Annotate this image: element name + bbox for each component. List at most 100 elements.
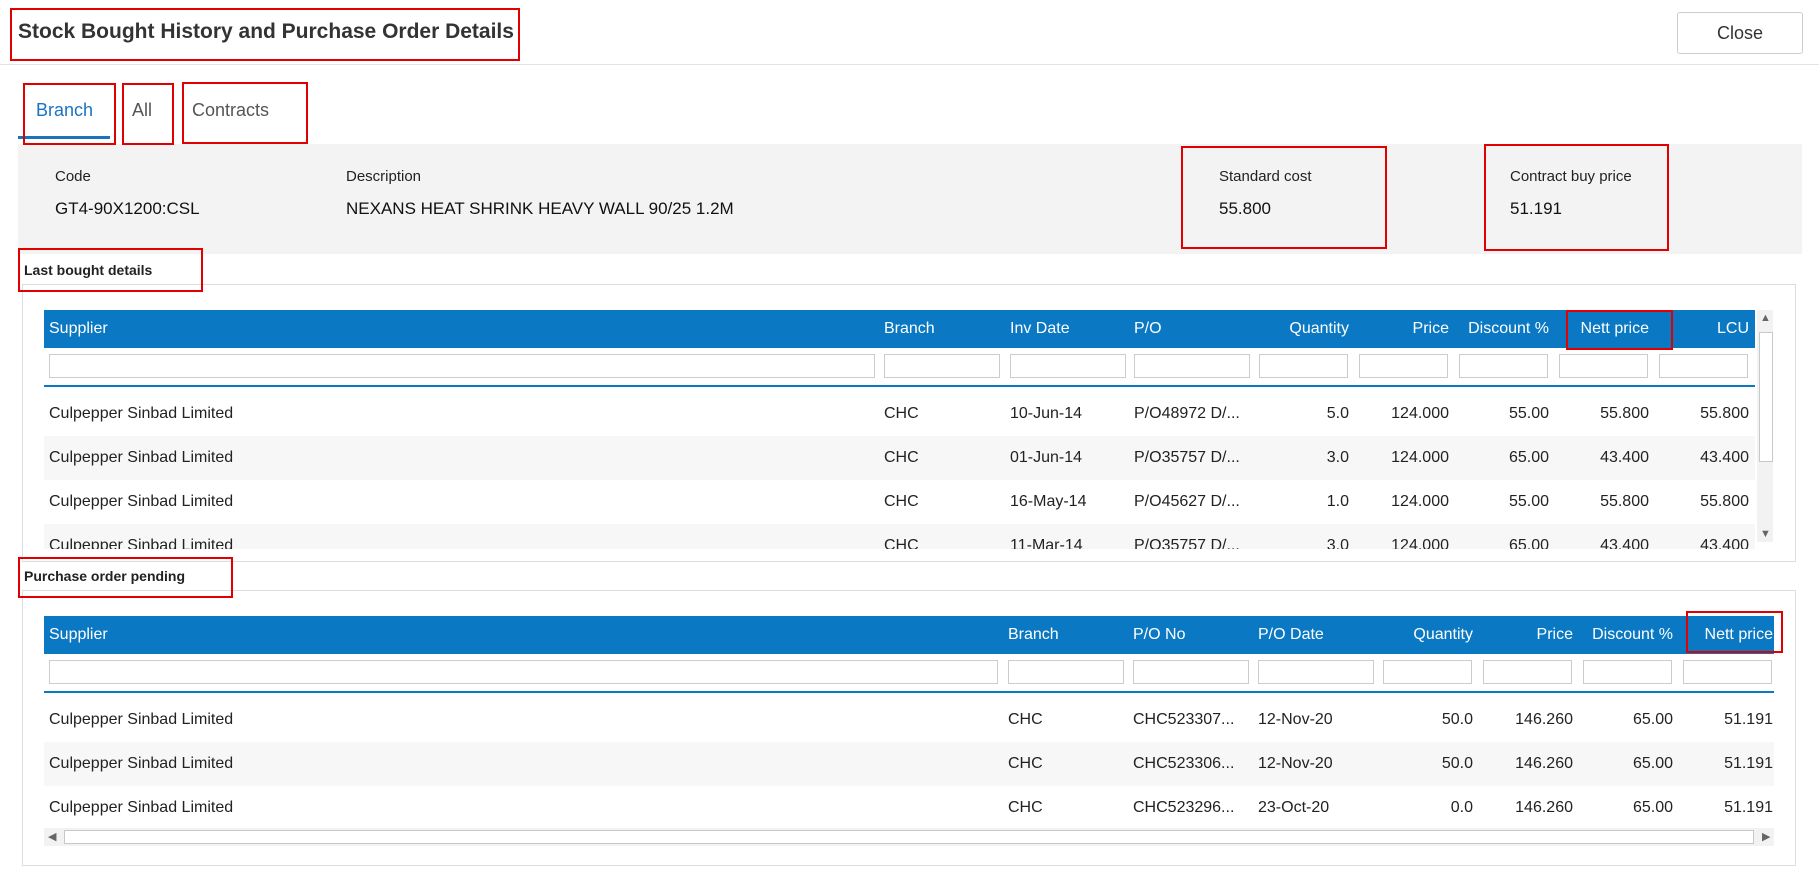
column-header[interactable]: Quantity: [1383, 616, 1473, 654]
column-filter-input[interactable]: [1583, 660, 1672, 684]
last-bought-vscrollbar[interactable]: ▲ ▼: [1757, 310, 1773, 542]
column-header[interactable]: Supplier: [49, 616, 949, 654]
table-cell: Culpepper Sinbad Limited: [49, 711, 234, 728]
tab-all[interactable]: All: [132, 100, 152, 121]
standard-cost-label: Standard cost: [1219, 168, 1312, 185]
column-header[interactable]: Quantity: [1259, 310, 1349, 348]
table-cell: 55.800: [1600, 493, 1649, 510]
column-header[interactable]: Nett price: [1559, 310, 1649, 348]
column-filter-input[interactable]: [1459, 354, 1548, 378]
column-filter-input[interactable]: [49, 660, 998, 684]
column-filter-input[interactable]: [1483, 660, 1572, 684]
table-cell: 43.400: [1600, 537, 1649, 549]
triangle-up-icon[interactable]: ▲: [1760, 312, 1771, 324]
column-filter-input[interactable]: [1683, 660, 1772, 684]
table-cell: 124.000: [1391, 405, 1449, 422]
column-header[interactable]: Price: [1359, 310, 1449, 348]
table-cell: CHC: [884, 493, 919, 510]
table-cell: CHC: [1008, 799, 1043, 816]
column-header[interactable]: Price: [1483, 616, 1573, 654]
column-header[interactable]: Inv Date: [1010, 310, 1120, 348]
column-header[interactable]: Discount %: [1459, 310, 1549, 348]
triangle-right-icon[interactable]: ▶: [1762, 831, 1770, 843]
po-pending-grid: Supplier Branch P/O No P/O Date Quantity Pric…: [44, 616, 1774, 828]
column-filter-input[interactable]: [1659, 354, 1748, 378]
table-cell: CHC: [1008, 755, 1043, 772]
column-header[interactable]: Nett price: [1683, 616, 1773, 654]
column-filter-input[interactable]: [1383, 660, 1472, 684]
table-cell: 5.0: [1326, 405, 1349, 422]
close-button[interactable]: Close: [1677, 12, 1803, 54]
table-cell: 50.0: [1441, 755, 1473, 772]
table-cell: 65.00: [1508, 537, 1549, 549]
table-cell: Culpepper Sinbad Limited: [49, 799, 234, 816]
table-cell: 146.260: [1515, 755, 1573, 772]
column-header[interactable]: P/O Date: [1258, 616, 1378, 654]
table-cell: 124.000: [1391, 493, 1449, 510]
table-cell: 51.191: [1724, 711, 1773, 728]
column-filter-input[interactable]: [1010, 354, 1126, 378]
table-cell: CHC: [884, 537, 919, 549]
column-filter-input[interactable]: [1559, 354, 1648, 378]
column-header[interactable]: Branch: [884, 310, 994, 348]
table-cell: 124.000: [1391, 449, 1449, 466]
table-cell: 1.0: [1326, 493, 1349, 510]
table-row[interactable]: Culpepper Sinbad Limited CHC CHC523306... 1…: [44, 742, 1774, 786]
triangle-left-icon[interactable]: ◀: [48, 831, 56, 843]
column-filter-input[interactable]: [1134, 354, 1250, 378]
table-row[interactable]: Culpepper Sinbad Limited CHC 01-Jun-14 P/O3…: [44, 436, 1755, 480]
table-cell: 51.191: [1724, 799, 1773, 816]
table-cell: CHC: [1008, 711, 1043, 728]
table-cell: Culpepper Sinbad Limited: [49, 493, 234, 510]
last-bought-vscroll-thumb[interactable]: [1759, 332, 1773, 462]
table-cell: 65.00: [1508, 449, 1549, 466]
table-row[interactable]: Culpepper Sinbad Limited CHC CHC523307... 1…: [44, 698, 1774, 742]
tab-branch[interactable]: Branch: [36, 100, 93, 121]
table-row[interactable]: Culpepper Sinbad Limited CHC 16-May-14 P/O4…: [44, 480, 1755, 524]
table-cell: 43.400: [1700, 537, 1749, 549]
table-cell: 65.00: [1632, 799, 1673, 816]
table-cell: CHC523307...: [1133, 711, 1235, 728]
column-filter-input[interactable]: [884, 354, 1000, 378]
column-header[interactable]: Branch: [1008, 616, 1118, 654]
column-filter-input[interactable]: [1008, 660, 1124, 684]
tab-contracts[interactable]: Contracts: [192, 100, 269, 121]
column-header[interactable]: LCU: [1659, 310, 1749, 348]
active-tab-indicator: [18, 136, 110, 139]
po-pending-title: Purchase order pending: [24, 568, 186, 584]
column-header[interactable]: Discount %: [1583, 616, 1673, 654]
table-cell: Culpepper Sinbad Limited: [49, 537, 234, 549]
triangle-down-icon[interactable]: ▼: [1760, 528, 1771, 540]
table-cell: P/O45627 D/...: [1134, 493, 1240, 510]
table-cell: 55.800: [1600, 405, 1649, 422]
column-filter-input[interactable]: [1133, 660, 1249, 684]
column-header[interactable]: Supplier: [49, 310, 749, 348]
table-cell: 55.00: [1508, 405, 1549, 422]
code-label: Code: [55, 168, 91, 185]
po-pending-hscroll-thumb[interactable]: [64, 830, 1754, 844]
table-cell: Culpepper Sinbad Limited: [49, 405, 234, 422]
table-row[interactable]: Culpepper Sinbad Limited CHC 10-Jun-14 P/O4…: [44, 392, 1755, 436]
column-header[interactable]: P/O: [1134, 310, 1244, 348]
standard-cost-value: 55.800: [1219, 199, 1271, 218]
table-row[interactable]: Culpepper Sinbad Limited CHC CHC523296... 2…: [44, 786, 1774, 828]
table-cell: 50.0: [1441, 711, 1473, 728]
header-divider: [44, 385, 1755, 387]
column-filter-input[interactable]: [49, 354, 875, 378]
table-cell: 51.191: [1724, 755, 1773, 772]
po-pending-hscrollbar[interactable]: ◀ ▶: [44, 828, 1774, 846]
column-filter-input[interactable]: [1359, 354, 1448, 378]
table-row[interactable]: Culpepper Sinbad Limited CHC 11-Mar-14 P/O3…: [44, 524, 1755, 549]
table-cell: 01-Jun-14: [1010, 449, 1083, 466]
table-cell: 3.0: [1326, 449, 1349, 466]
table-cell: 10-Jun-14: [1010, 405, 1083, 422]
table-cell: CHC: [884, 449, 919, 466]
table-cell: 146.260: [1515, 711, 1573, 728]
table-cell: P/O35757 D/...: [1134, 449, 1240, 466]
table-cell: 55.800: [1700, 493, 1749, 510]
table-cell: 43.400: [1600, 449, 1649, 466]
table-cell: 55.00: [1508, 493, 1549, 510]
column-filter-input[interactable]: [1259, 354, 1348, 378]
column-filter-input[interactable]: [1258, 660, 1374, 684]
column-header[interactable]: P/O No: [1133, 616, 1243, 654]
